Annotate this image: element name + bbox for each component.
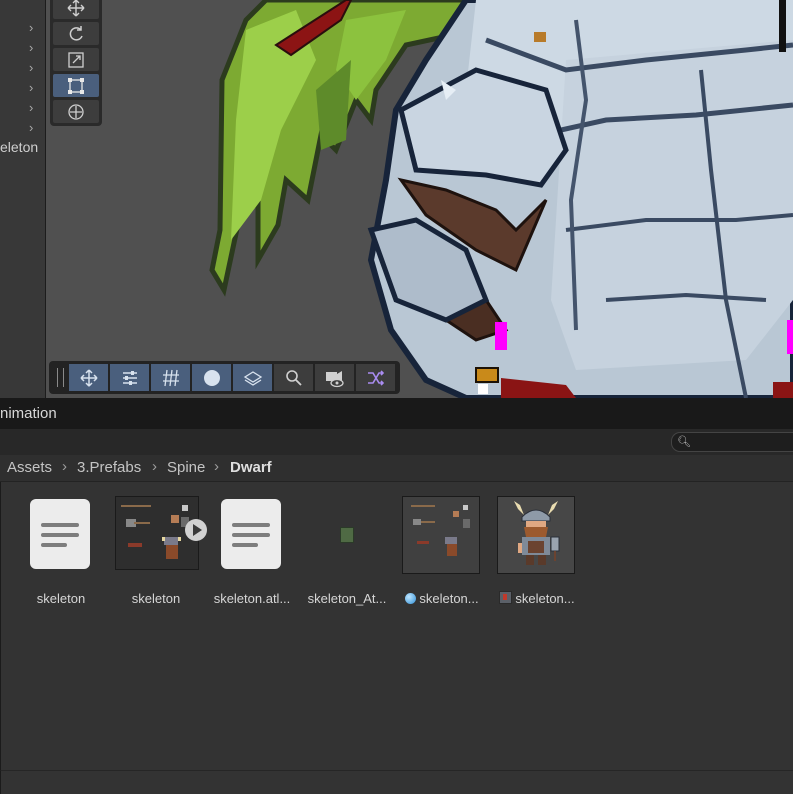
prefab-icon xyxy=(499,591,513,604)
grid-overlay-button[interactable] xyxy=(151,364,190,391)
asset-label: skeleton xyxy=(36,591,86,606)
magnifier-icon xyxy=(285,369,302,386)
rotate-tool-button[interactable] xyxy=(53,22,99,45)
move-overlay-button[interactable] xyxy=(69,364,108,391)
breadcrumb-dwarf[interactable]: Dwarf xyxy=(230,459,272,476)
camera-overlay-button[interactable] xyxy=(315,364,354,391)
move-icon xyxy=(79,368,98,387)
breadcrumb: Assets › 3.Prefabs › Spine › Dwarf xyxy=(0,455,793,482)
layers-overlay-button[interactable] xyxy=(233,364,272,391)
expand-arrow-icon[interactable]: › xyxy=(29,41,39,54)
asset-skeleton-material[interactable]: skeleton... xyxy=(395,496,489,606)
expand-arrow-icon[interactable]: › xyxy=(29,101,39,114)
asset-label: skeleton.atl... xyxy=(213,591,291,606)
texture-icon xyxy=(340,527,354,543)
dwarf-prefab-icon xyxy=(497,496,575,574)
asset-skeleton-atlas-texture[interactable]: skeleton_At... xyxy=(300,496,394,606)
rotate-icon xyxy=(69,25,83,41)
breadcrumb-prefabs[interactable]: 3.Prefabs xyxy=(77,459,141,476)
breadcrumb-assets[interactable]: Assets xyxy=(7,459,52,476)
breadcrumb-spine[interactable]: Spine xyxy=(167,459,205,476)
animation-tab[interactable]: nimation xyxy=(0,405,57,422)
rect-tool-button[interactable] xyxy=(53,74,99,97)
scale-tool-button[interactable] xyxy=(53,48,99,71)
dwarf-sprite-artwork xyxy=(209,0,793,398)
play-button[interactable] xyxy=(185,519,207,541)
panel-tab-bar: nimation xyxy=(0,398,793,429)
camera-eye-icon xyxy=(325,370,344,387)
grid-icon xyxy=(162,369,179,386)
asset-skeleton-data[interactable]: skeleton xyxy=(109,496,207,606)
breadcrumb-separator-icon: › xyxy=(62,458,67,475)
expand-arrow-icon[interactable]: › xyxy=(29,121,39,134)
move-icon xyxy=(67,0,85,16)
text-document-icon xyxy=(30,499,90,569)
hierarchy-panel[interactable]: › › › › › › eleton xyxy=(0,0,46,398)
search-icon: 🔍︎ xyxy=(677,436,691,448)
asset-label: skeleton_At... xyxy=(307,591,387,606)
asset-label: skeleton... xyxy=(490,591,584,606)
text-document-icon xyxy=(221,499,281,569)
breadcrumb-separator-icon: › xyxy=(214,458,219,475)
settings-overlay-button[interactable] xyxy=(110,364,149,391)
sliders-icon xyxy=(122,370,137,385)
play-icon xyxy=(193,524,202,536)
transform-icon xyxy=(68,103,84,120)
move-tool-button[interactable] xyxy=(53,0,99,19)
hierarchy-item-label[interactable]: eleton xyxy=(0,139,38,155)
rect-transform-icon xyxy=(68,77,84,94)
scene-overlay-toolbar xyxy=(49,361,400,394)
circle-overlay-button[interactable] xyxy=(192,364,231,391)
shuffle-icon xyxy=(367,369,384,386)
circle-icon xyxy=(203,369,220,386)
scene-view[interactable]: › › › › › › eleton xyxy=(0,0,793,398)
breadcrumb-separator-icon: › xyxy=(152,458,157,475)
expand-arrow-icon[interactable]: › xyxy=(29,61,39,74)
search-toolbar: 🔍︎ xyxy=(0,429,793,456)
material-sphere-icon xyxy=(405,593,417,604)
drag-handle[interactable] xyxy=(57,368,64,387)
asset-label: skeleton xyxy=(131,591,181,606)
expand-arrow-icon[interactable]: › xyxy=(29,81,39,94)
search-overlay-button[interactable] xyxy=(274,364,313,391)
scene-viewport[interactable] xyxy=(46,0,793,398)
scale-icon xyxy=(68,51,84,68)
atlas-material-icon xyxy=(402,496,480,574)
asset-grid[interactable]: skeleton skeleton skeleton.atl... skelet… xyxy=(0,482,793,770)
shuffle-overlay-button[interactable] xyxy=(356,364,395,391)
layers-icon xyxy=(243,370,262,386)
search-input[interactable]: 🔍︎ xyxy=(671,432,793,452)
expand-arrow-icon[interactable]: › xyxy=(29,21,39,34)
transform-toolbar xyxy=(50,0,102,126)
asset-skeleton-prefab[interactable]: skeleton... xyxy=(490,496,584,606)
transform-tool-button[interactable] xyxy=(53,100,99,123)
asset-skeleton-atlas-txt[interactable]: skeleton.atl... xyxy=(205,496,299,606)
status-strip xyxy=(0,770,793,794)
asset-label: skeleton... xyxy=(395,591,489,606)
asset-skeleton-json[interactable]: skeleton xyxy=(14,496,108,606)
